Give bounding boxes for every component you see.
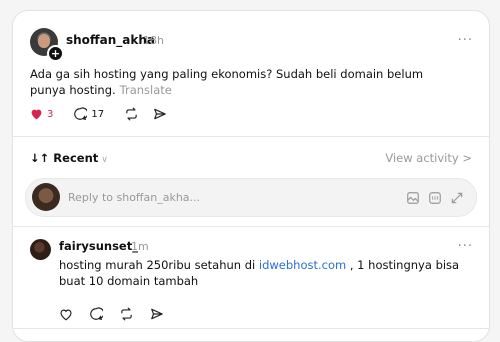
like-button[interactable]: 3 bbox=[30, 108, 53, 120]
post-timestamp: 18h bbox=[143, 34, 164, 47]
heart-filled-icon bbox=[30, 108, 43, 120]
comment-author-username[interactable]: fairysunset_ bbox=[59, 239, 138, 253]
comment-share-button[interactable] bbox=[150, 307, 164, 321]
current-user-avatar bbox=[32, 183, 60, 211]
comment-repost-button[interactable] bbox=[119, 307, 134, 321]
chevron-down-icon: ∨ bbox=[101, 155, 108, 165]
share-icon bbox=[153, 107, 167, 121]
repost-icon bbox=[119, 307, 134, 321]
divider bbox=[13, 226, 489, 227]
share-icon bbox=[150, 307, 164, 321]
sort-label: Recent bbox=[53, 151, 99, 165]
comment-body-start: hosting murah 250ribu setahun di bbox=[59, 258, 259, 272]
heart-icon bbox=[59, 308, 73, 321]
repost-button[interactable] bbox=[124, 107, 139, 121]
thread-card: + shoffan_akha 18h ··· Ada ga sih hostin… bbox=[12, 10, 490, 342]
repost-icon bbox=[124, 107, 139, 121]
reply-count: 17 bbox=[91, 108, 105, 120]
reply-button[interactable]: 17 bbox=[73, 107, 104, 121]
post-author-avatar[interactable]: + bbox=[30, 28, 64, 62]
like-count: 3 bbox=[47, 108, 54, 120]
expand-icon[interactable] bbox=[450, 190, 464, 209]
post-body: Ada ga sih hosting yang paling ekonomis?… bbox=[30, 67, 424, 97]
comment-timestamp: 1m bbox=[131, 240, 149, 253]
comment-reply-button[interactable] bbox=[89, 307, 103, 321]
view-activity-link[interactable]: View activity > bbox=[385, 151, 472, 165]
divider bbox=[13, 136, 489, 137]
image-icon[interactable] bbox=[406, 190, 420, 209]
comment-actions bbox=[59, 307, 180, 321]
sort-dropdown[interactable]: ↓↑ Recent ∨ bbox=[30, 151, 108, 165]
comment-like-button[interactable] bbox=[59, 308, 73, 321]
comment-author-avatar[interactable] bbox=[30, 239, 51, 260]
post-author-username[interactable]: shoffan_akha bbox=[66, 33, 155, 47]
post-actions: 3 17 bbox=[30, 107, 181, 121]
comment-icon bbox=[73, 107, 88, 121]
share-button[interactable] bbox=[153, 107, 167, 121]
follow-plus-icon[interactable]: + bbox=[47, 45, 64, 62]
gif-icon[interactable] bbox=[428, 190, 442, 209]
post-more-menu-icon[interactable]: ··· bbox=[458, 33, 473, 48]
comment-link[interactable]: idwebhost.com bbox=[259, 258, 346, 272]
post-text: Ada ga sih hosting yang paling ekonomis?… bbox=[30, 66, 450, 98]
reply-composer[interactable] bbox=[25, 178, 477, 217]
translate-link[interactable]: Translate bbox=[120, 83, 172, 97]
sort-arrows-icon: ↓↑ bbox=[30, 151, 50, 165]
avatar-face bbox=[38, 34, 50, 48]
comment-icon bbox=[89, 307, 103, 321]
comment-more-menu-icon[interactable]: ··· bbox=[458, 239, 473, 254]
comment-text: hosting murah 250ribu setahun di idwebho… bbox=[59, 257, 469, 289]
reply-input[interactable] bbox=[68, 188, 368, 206]
reply-tools bbox=[398, 190, 464, 209]
